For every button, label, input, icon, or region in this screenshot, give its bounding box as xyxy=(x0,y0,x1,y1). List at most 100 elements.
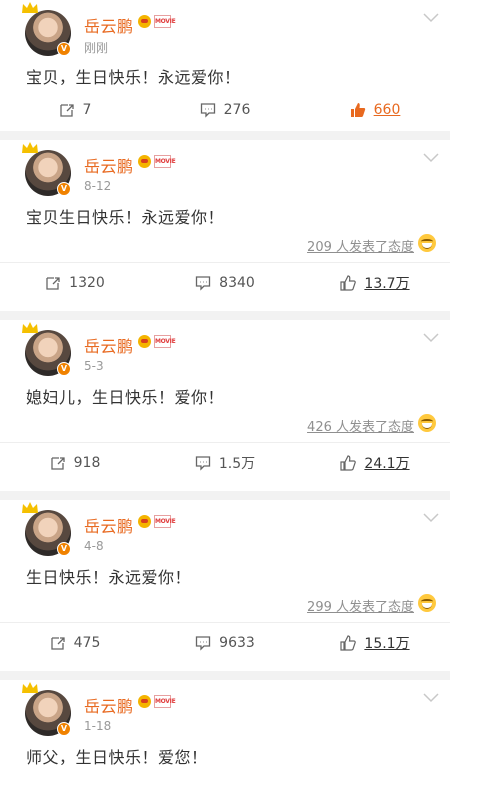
chevron-down-icon[interactable] xyxy=(422,692,440,704)
avatar[interactable]: V xyxy=(22,322,71,376)
repost-icon xyxy=(45,275,61,291)
chevron-down-icon[interactable] xyxy=(422,152,440,164)
comment-count: 8340 xyxy=(219,274,255,291)
reactions-count: 426 人发表了态度 xyxy=(307,420,414,435)
thumbs-up-icon xyxy=(350,102,366,118)
vip-icon xyxy=(138,155,151,168)
like-count: 24.1万 xyxy=(364,455,410,472)
repost-icon xyxy=(50,455,66,471)
thumbs-up-icon xyxy=(340,454,357,471)
repost-button[interactable]: 475 xyxy=(0,635,150,651)
weibo-feed: V 岳云鹏 MOVIE 刚刚 宝贝，生日快乐！永远爱你！ 7 276 660 V… xyxy=(0,0,450,784)
crown-icon xyxy=(21,682,39,694)
like-button[interactable]: 660 xyxy=(300,102,450,118)
laughing-emoji-icon xyxy=(418,594,436,612)
comment-count: 276 xyxy=(223,102,251,118)
repost-button[interactable]: 918 xyxy=(0,455,150,471)
post-header: V 岳云鹏 MOVIE 刚刚 xyxy=(0,0,450,58)
comment-count: 9633 xyxy=(219,634,255,651)
post-text[interactable]: 师父，生日快乐！爱您！ xyxy=(0,738,450,770)
post-header: V 岳云鹏 MOVIE 1-18 xyxy=(0,680,450,738)
username[interactable]: 岳云鹏 xyxy=(84,693,134,717)
verified-badge-icon: V xyxy=(57,542,71,556)
comment-button[interactable]: 1.5万 xyxy=(150,453,300,473)
movie-badge: MOVIE xyxy=(154,15,176,28)
comment-icon xyxy=(195,635,211,651)
post-text[interactable]: 生日快乐！永远爱你！ xyxy=(0,558,450,590)
chevron-down-icon[interactable] xyxy=(422,512,440,524)
post-header: V 岳云鹏 MOVIE 5-3 xyxy=(0,320,450,378)
action-bar: 7 276 660 xyxy=(0,90,450,130)
comment-button[interactable]: 9633 xyxy=(150,635,300,651)
username[interactable]: 岳云鹏 xyxy=(84,153,134,177)
post-time: 4-8 xyxy=(84,539,104,553)
comment-button[interactable]: 8340 xyxy=(150,275,300,291)
chevron-down-icon[interactable] xyxy=(422,12,440,24)
repost-count: 1320 xyxy=(69,274,105,291)
post-card: V 岳云鹏 MOVIE 8-12 宝贝生日快乐！永远爱你！ 209 人发表了态度… xyxy=(0,140,450,311)
vip-icon xyxy=(138,335,151,348)
post-time: 8-12 xyxy=(84,179,112,193)
like-count: 15.1万 xyxy=(364,635,410,652)
username[interactable]: 岳云鹏 xyxy=(84,333,134,357)
repost-count: 475 xyxy=(73,634,101,651)
username[interactable]: 岳云鹏 xyxy=(84,513,134,537)
like-count: 13.7万 xyxy=(364,275,410,292)
comment-icon xyxy=(200,102,216,118)
comment-count: 1.5万 xyxy=(218,455,256,472)
repost-icon xyxy=(50,635,66,651)
laughing-emoji-icon xyxy=(418,414,436,432)
like-count: 660 xyxy=(373,102,401,118)
thumbs-up-icon xyxy=(340,634,357,651)
post-text[interactable]: 媳妇儿，生日快乐！爱你！ xyxy=(0,378,450,410)
reactions-count: 299 人发表了态度 xyxy=(307,600,414,615)
repost-count: 918 xyxy=(73,454,101,471)
username[interactable]: 岳云鹏 xyxy=(84,13,134,37)
repost-button[interactable]: 7 xyxy=(0,102,150,118)
post-separator xyxy=(0,311,450,320)
repost-icon xyxy=(59,102,75,118)
post-text[interactable]: 宝贝生日快乐！永远爱你！ xyxy=(0,198,450,230)
verified-badge-icon: V xyxy=(57,42,71,56)
comment-icon xyxy=(195,455,211,471)
post-time: 1-18 xyxy=(84,719,112,733)
post-text[interactable]: 宝贝，生日快乐！永远爱你！ xyxy=(0,58,450,90)
reactions-summary[interactable]: 426 人发表了态度 xyxy=(0,410,450,442)
avatar[interactable]: V xyxy=(22,142,71,196)
like-button[interactable]: 15.1万 xyxy=(300,633,450,653)
post-card: V 岳云鹏 MOVIE 4-8 生日快乐！永远爱你！ 299 人发表了态度 47… xyxy=(0,500,450,671)
like-button[interactable]: 13.7万 xyxy=(300,273,450,293)
repost-button[interactable]: 1320 xyxy=(0,275,150,291)
crown-icon xyxy=(21,502,39,514)
post-header: V 岳云鹏 MOVIE 4-8 xyxy=(0,500,450,558)
like-button[interactable]: 24.1万 xyxy=(300,453,450,473)
comment-button[interactable]: 276 xyxy=(150,102,300,118)
vip-icon xyxy=(138,15,151,28)
post-time: 5-3 xyxy=(84,359,104,373)
repost-count: 7 xyxy=(82,102,92,118)
reactions-count: 209 人发表了态度 xyxy=(307,240,414,255)
post-card: V 岳云鹏 MOVIE 刚刚 宝贝，生日快乐！永远爱你！ 7 276 660 xyxy=(0,0,450,131)
crown-icon xyxy=(21,322,39,334)
reactions-summary[interactable]: 209 人发表了态度 xyxy=(0,230,450,262)
action-bar: 918 1.5万 24.1万 xyxy=(0,442,450,482)
post-time: 刚刚 xyxy=(84,41,109,55)
avatar[interactable]: V xyxy=(22,502,71,556)
post-card: V 岳云鹏 MOVIE 5-3 媳妇儿，生日快乐！爱你！ 426 人发表了态度 … xyxy=(0,320,450,491)
movie-badge: MOVIE xyxy=(154,335,176,348)
reactions-summary[interactable]: 299 人发表了态度 xyxy=(0,590,450,622)
movie-badge: MOVIE xyxy=(154,515,176,528)
verified-badge-icon: V xyxy=(57,722,71,736)
action-bar: 1320 8340 13.7万 xyxy=(0,262,450,302)
post-card: V 岳云鹏 MOVIE 1-18 师父，生日快乐！爱您！ xyxy=(0,680,450,784)
crown-icon xyxy=(21,142,39,154)
post-separator xyxy=(0,131,450,140)
vip-icon xyxy=(138,515,151,528)
post-header: V 岳云鹏 MOVIE 8-12 xyxy=(0,140,450,198)
avatar[interactable]: V xyxy=(22,682,71,736)
comment-icon xyxy=(195,275,211,291)
crown-icon xyxy=(21,2,39,14)
movie-badge: MOVIE xyxy=(154,695,176,708)
chevron-down-icon[interactable] xyxy=(422,332,440,344)
avatar[interactable]: V xyxy=(22,2,71,56)
